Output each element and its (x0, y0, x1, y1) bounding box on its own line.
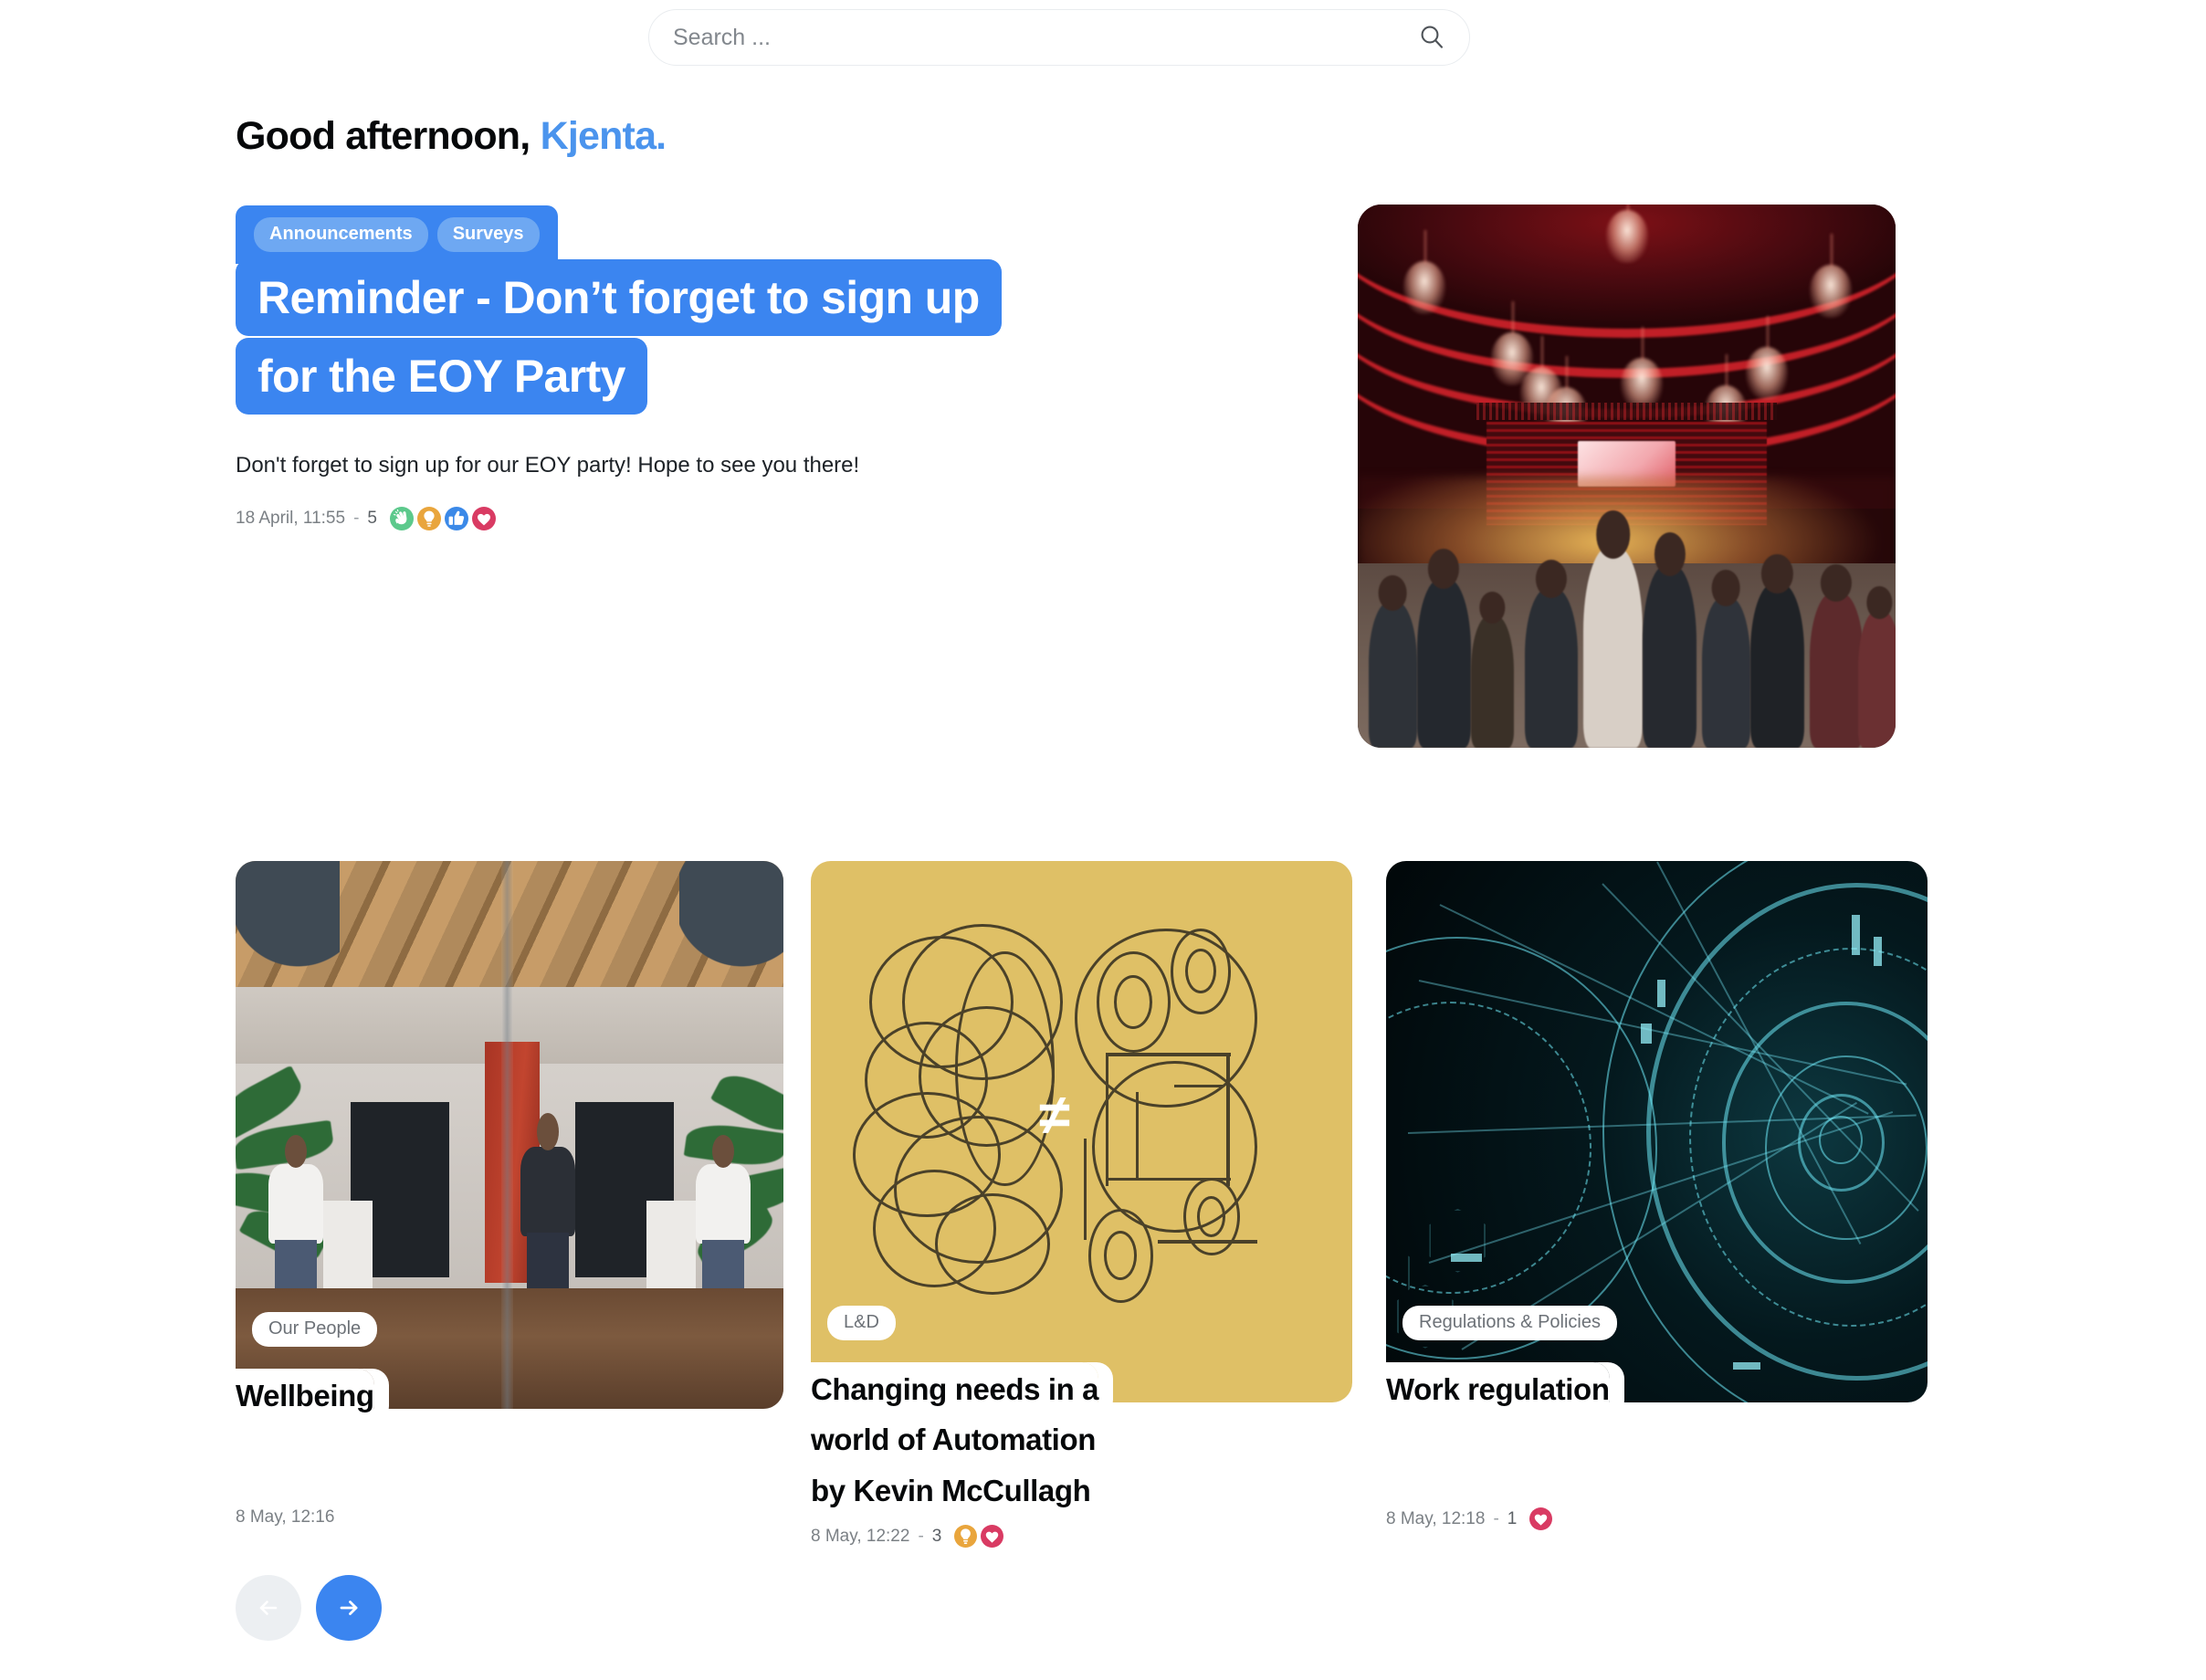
greeting-salutation: Good afternoon, (236, 114, 530, 158)
brain-mechanical-half (1071, 920, 1287, 1310)
article-card-date: 8 May, 12:22 (811, 1526, 910, 1546)
page-title: Good afternoon, Kjenta. (236, 114, 667, 159)
article-card-image[interactable]: ≠ L&D (811, 861, 1352, 1402)
featured-article-tags: Announcements Surveys (236, 205, 558, 264)
chandelier-icon (1746, 316, 1788, 400)
tag-announcements[interactable]: Announcements (254, 217, 428, 252)
arrow-left-icon (259, 1601, 278, 1615)
article-card-tag[interactable]: L&D (827, 1306, 896, 1340)
arrow-right-icon (340, 1601, 358, 1615)
featured-article-image[interactable] (1358, 205, 1896, 748)
meta-separator: - (1493, 1508, 1499, 1528)
carousel-prev-button[interactable] (236, 1575, 301, 1641)
not-equal-symbol: ≠ (1038, 1083, 1070, 1147)
heart-reaction-icon[interactable] (1529, 1507, 1553, 1530)
article-card[interactable]: ≠ L&D Changing needs in a world of Autom… (811, 861, 1359, 1548)
article-card-date: 8 May, 12:18 (1386, 1508, 1486, 1528)
meta-separator: - (353, 508, 360, 528)
article-card-title[interactable]: Wellbeing (236, 1369, 710, 1423)
carousel-next-button[interactable] (316, 1575, 382, 1641)
featured-article-meta: 18 April, 11:55 - 5 (236, 506, 1286, 530)
article-card-tag[interactable]: Regulations & Policies (1402, 1306, 1617, 1340)
article-card-title-line: Work regulation (1386, 1362, 1610, 1416)
lightbulb-reaction-icon[interactable] (954, 1525, 978, 1548)
search-bar-inner[interactable] (648, 9, 1470, 66)
featured-article-reactions[interactable] (389, 506, 496, 530)
lightbulb-reaction-icon[interactable] (416, 506, 441, 530)
featured-article[interactable]: Announcements Surveys Reminder - Don’t f… (236, 205, 1286, 530)
search-bar[interactable] (648, 9, 1470, 66)
carousel-pagination[interactable] (236, 1575, 382, 1641)
venue-photo (1358, 205, 1896, 748)
office-ceiling-shade (236, 861, 340, 987)
article-card-image[interactable]: Our People (236, 861, 783, 1409)
venue-crowd (1358, 520, 1896, 748)
article-card-title[interactable]: Work regulation (1386, 1362, 1861, 1416)
venue-balcony (1476, 403, 1778, 421)
article-card-title[interactable]: Changing needs in a world of Automation … (811, 1362, 1286, 1517)
article-card-reaction-count: 1 (1507, 1508, 1518, 1528)
office-person (268, 1135, 323, 1299)
meta-separator: - (918, 1526, 924, 1546)
clap-reaction-icon[interactable] (389, 506, 414, 530)
article-card-title-line: Changing needs in a (811, 1362, 1099, 1416)
article-card-reactions[interactable] (1529, 1507, 1553, 1530)
article-card-meta: 8 May, 12:22 - 3 (811, 1525, 1004, 1548)
article-card-reactions[interactable] (954, 1525, 1004, 1548)
tag-surveys[interactable]: Surveys (436, 217, 540, 252)
chandelier-icon (1403, 230, 1445, 314)
office-glass-reflection (501, 861, 514, 1409)
article-card-title-line: by Kevin McCullagh (811, 1463, 1091, 1517)
article-card-meta: 8 May, 12:16 (236, 1507, 334, 1528)
featured-article-title-line-2: for the EOY Party (236, 338, 647, 415)
featured-article-date: 18 April, 11:55 (236, 508, 346, 528)
article-card-title-line: Wellbeing (236, 1369, 374, 1423)
office-person-presenting (520, 1113, 575, 1299)
article-card-meta: 8 May, 12:18 - 1 (1386, 1507, 1553, 1530)
office-person (696, 1135, 751, 1299)
article-card-image[interactable]: Regulations & Policies (1386, 861, 1928, 1402)
article-card-reaction-count: 3 (931, 1526, 942, 1546)
featured-article-title-line-1: Reminder - Don’t forget to sign up (236, 259, 1002, 336)
heart-reaction-icon[interactable] (981, 1525, 1004, 1548)
featured-article-body: Don't forget to sign up for our EOY part… (236, 453, 860, 478)
article-card-tag[interactable]: Our People (252, 1312, 378, 1347)
article-card[interactable]: Our People Wellbeing 8 May, 12:16 (236, 861, 783, 1527)
featured-article-title[interactable]: Reminder - Don’t forget to sign up for t… (236, 258, 1276, 415)
search-icon[interactable] (1418, 24, 1445, 51)
chandelier-icon (1606, 205, 1648, 263)
article-card[interactable]: Regulations & Policies Work regulation 8… (1386, 861, 1934, 1530)
featured-article-reaction-count: 5 (367, 508, 377, 528)
article-card-title-line: world of Automation (811, 1412, 1096, 1467)
heart-reaction-icon[interactable] (471, 506, 496, 530)
office-ceiling-shade (679, 861, 783, 987)
article-card-date: 8 May, 12:16 (236, 1507, 335, 1527)
search-input[interactable] (673, 24, 1418, 51)
chandelier-icon (1810, 234, 1852, 318)
thumbs-up-reaction-icon[interactable] (444, 506, 468, 530)
greeting-user-name: Kjenta. (540, 114, 667, 158)
